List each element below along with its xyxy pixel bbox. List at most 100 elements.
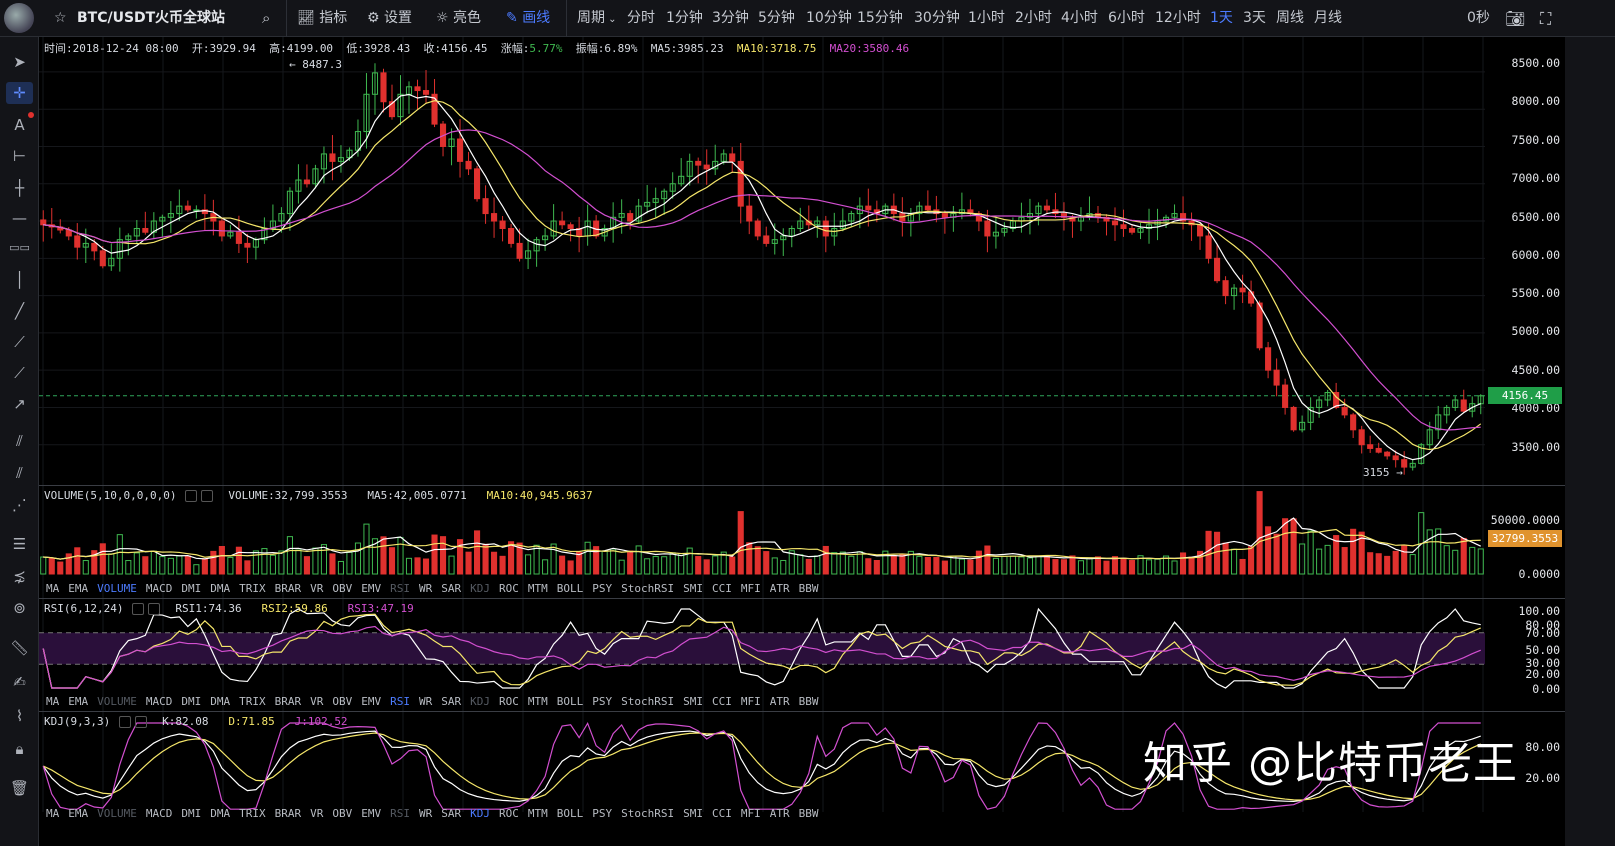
indicator-tab-dmi[interactable]: DMI: [181, 582, 201, 595]
close-icon[interactable]: [134, 716, 147, 728]
indicator-tab-obv[interactable]: OBV: [332, 695, 352, 708]
indicator-tab-brar[interactable]: BRAR: [275, 582, 302, 595]
ray-line-icon[interactable]: ⟋: [6, 331, 33, 353]
extended-line-icon[interactable]: ⟋: [6, 362, 33, 384]
draw-button[interactable]: ✎ 画线: [506, 0, 550, 37]
indicator-tab-bbw[interactable]: BBW: [799, 582, 819, 595]
indicator-tab-atr[interactable]: ATR: [770, 807, 790, 820]
indicator-tab-wr[interactable]: WR: [419, 582, 432, 595]
camera-icon[interactable]: 📷︎: [1505, 0, 1525, 37]
interval-6[interactable]: 30分钟: [914, 0, 960, 37]
search-icon[interactable]: ⌕: [262, 0, 270, 37]
close-icon[interactable]: [148, 603, 161, 615]
indicator-tab-wr[interactable]: WR: [419, 807, 432, 820]
indicator-tab-smi[interactable]: SMI: [683, 807, 703, 820]
indicator-tab-obv[interactable]: OBV: [332, 582, 352, 595]
indicator-tab-dma[interactable]: DMA: [210, 807, 230, 820]
symbol-label[interactable]: BTC/USDT: [77, 0, 155, 37]
indicator-tab-trix[interactable]: TRIX: [239, 807, 266, 820]
indicator-tab-ema[interactable]: EMA: [68, 807, 88, 820]
interval-5[interactable]: 15分钟: [857, 0, 903, 37]
indicator-tab-boll[interactable]: BOLL: [557, 582, 584, 595]
brush-icon[interactable]: ✍: [6, 671, 33, 693]
indicator-tab-obv[interactable]: OBV: [332, 807, 352, 820]
interval-3[interactable]: 5分钟: [758, 0, 795, 37]
interval-1[interactable]: 1分钟: [666, 0, 703, 37]
indicator-tab-volume[interactable]: VOLUME: [97, 582, 137, 595]
indicator-tab-psy[interactable]: PSY: [592, 695, 612, 708]
interval-8[interactable]: 2小时: [1015, 0, 1052, 37]
indicator-tab-roc[interactable]: ROC: [499, 695, 519, 708]
horizontal-segment-icon[interactable]: —: [6, 207, 33, 229]
indicator-tab-bbw[interactable]: BBW: [799, 807, 819, 820]
vertical-line-icon[interactable]: │: [6, 269, 33, 291]
lock-icon[interactable]: 🔒︎: [6, 738, 33, 760]
fib-fan-icon[interactable]: ⋨: [6, 565, 33, 587]
indicator-tab-macd[interactable]: MACD: [146, 807, 173, 820]
indicator-tab-kdj[interactable]: KDJ: [470, 807, 490, 820]
interval-9[interactable]: 4小时: [1061, 0, 1098, 37]
ruler-icon[interactable]: 📏︎: [6, 637, 33, 659]
indicator-tab-boll[interactable]: BOLL: [557, 807, 584, 820]
indicator-tab-dma[interactable]: DMA: [210, 582, 230, 595]
indicator-tab-ma[interactable]: MA: [46, 807, 59, 820]
interval-11[interactable]: 12小时: [1155, 0, 1201, 37]
settings-icon[interactable]: [185, 490, 198, 502]
indicator-tab-mfi[interactable]: MFI: [741, 807, 761, 820]
indicator-tab-sar[interactable]: SAR: [441, 807, 461, 820]
indicator-tab-psy[interactable]: PSY: [592, 582, 612, 595]
indicator-tab-kdj[interactable]: KDJ: [470, 695, 490, 708]
indicator-button[interactable]: 📈︎ 指标: [297, 0, 347, 37]
pitchfork-icon[interactable]: ⫽: [6, 462, 33, 484]
indicator-tab-brar[interactable]: BRAR: [275, 695, 302, 708]
indicator-tab-mtm[interactable]: MTM: [528, 695, 548, 708]
indicator-tab-cci[interactable]: CCI: [712, 807, 732, 820]
indicator-tab-trix[interactable]: TRIX: [239, 582, 266, 595]
indicator-tab-cci[interactable]: CCI: [712, 695, 732, 708]
interval-14[interactable]: 周线: [1276, 0, 1304, 37]
spiral-icon[interactable]: ⊚: [6, 597, 33, 619]
indicator-tab-macd[interactable]: MACD: [146, 695, 173, 708]
cursor-arrow-icon[interactable]: ➤: [6, 51, 33, 73]
pattern-icon[interactable]: ⌇: [6, 705, 33, 727]
settings-button[interactable]: ⚙ 设置: [367, 0, 412, 37]
horizontal-ray-icon[interactable]: ⊢: [6, 145, 33, 167]
crosshair-icon[interactable]: ✛: [6, 82, 33, 104]
settings-icon[interactable]: [118, 716, 131, 728]
exchange-label[interactable]: 火币全球站: [155, 0, 225, 37]
indicator-tab-bbw[interactable]: BBW: [799, 695, 819, 708]
interval-2[interactable]: 3分钟: [712, 0, 749, 37]
indicator-tab-vr[interactable]: VR: [310, 807, 323, 820]
exchange-logo-icon[interactable]: [4, 3, 34, 33]
close-icon[interactable]: [201, 490, 214, 502]
indicator-tab-smi[interactable]: SMI: [683, 582, 703, 595]
indicator-tab-wr[interactable]: WR: [419, 695, 432, 708]
interval-13[interactable]: 3天: [1243, 0, 1266, 37]
indicator-tab-atr[interactable]: ATR: [770, 582, 790, 595]
interval-7[interactable]: 1小时: [968, 0, 1005, 37]
indicator-tab-dmi[interactable]: DMI: [181, 695, 201, 708]
indicator-tab-kdj[interactable]: KDJ: [470, 582, 490, 595]
indicator-tab-emv[interactable]: EMV: [361, 695, 381, 708]
period-dropdown[interactable]: 周期 ⌄: [577, 0, 617, 37]
parallel-channel-icon[interactable]: ⫽: [6, 430, 33, 452]
interval-15[interactable]: 月线: [1314, 0, 1342, 37]
indicator-tab-dmi[interactable]: DMI: [181, 807, 201, 820]
indicator-tab-emv[interactable]: EMV: [361, 807, 381, 820]
interval-4[interactable]: 10分钟: [806, 0, 852, 37]
indicator-tab-vr[interactable]: VR: [310, 582, 323, 595]
indicator-tab-stochrsi[interactable]: StochRSI: [621, 807, 674, 820]
indicator-tab-cci[interactable]: CCI: [712, 582, 732, 595]
indicator-tab-psy[interactable]: PSY: [592, 807, 612, 820]
indicator-tab-volume[interactable]: VOLUME: [97, 807, 137, 820]
indicator-tab-mtm[interactable]: MTM: [528, 807, 548, 820]
indicator-tab-mfi[interactable]: MFI: [741, 695, 761, 708]
indicator-tab-brar[interactable]: BRAR: [275, 807, 302, 820]
indicator-tab-sar[interactable]: SAR: [441, 695, 461, 708]
gann-fan-icon[interactable]: ⋰: [6, 494, 33, 516]
indicator-tab-ma[interactable]: MA: [46, 582, 59, 595]
indicator-tab-macd[interactable]: MACD: [146, 582, 173, 595]
interval-10[interactable]: 6小时: [1108, 0, 1145, 37]
indicator-tab-smi[interactable]: SMI: [683, 695, 703, 708]
indicator-tab-ema[interactable]: EMA: [68, 695, 88, 708]
